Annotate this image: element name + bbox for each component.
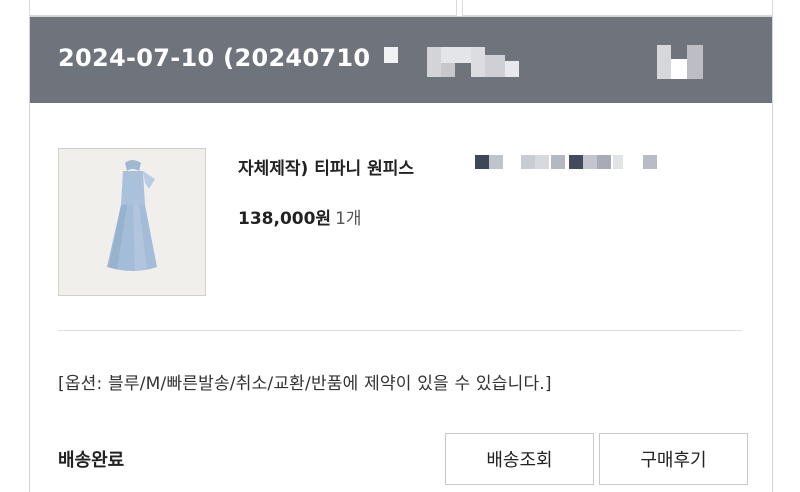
dress-image xyxy=(59,149,205,295)
option-text: [옵션: 블루/M/빠른발송/취소/교환/반품에 제약이 있을 수 있습니다.] xyxy=(58,374,552,394)
product-price: 138,000원 xyxy=(238,209,332,229)
redacted-product-suffix xyxy=(475,155,661,169)
divider xyxy=(58,330,742,331)
delivery-status: 배송완료 xyxy=(58,450,125,471)
product-name[interactable]: 자체제작) 티파니 원피스 xyxy=(238,154,414,179)
order-header: 2024-07-10 (20240710 xyxy=(30,17,772,103)
top-tab-right xyxy=(462,0,773,16)
product-quantity: 1개 xyxy=(335,209,362,229)
redacted-order-id xyxy=(427,47,523,77)
product-thumbnail[interactable] xyxy=(58,148,206,296)
redacted-order-suffix xyxy=(384,47,398,63)
order-card: 2024-07-10 (20240710 자체제작) 티파니 원피스 138,0… xyxy=(29,16,773,492)
top-tab-left xyxy=(29,0,457,16)
price-row: 138,000원 1개 xyxy=(238,204,362,229)
track-delivery-button[interactable]: 배송조회 xyxy=(445,433,594,485)
product-name-text: 자체제작) 티파니 원피스 xyxy=(238,159,415,179)
purchase-review-button[interactable]: 구매후기 xyxy=(599,433,748,485)
top-strip xyxy=(0,0,800,16)
redacted-order-tail xyxy=(657,45,703,79)
order-date: 2024-07-10 (20240710 xyxy=(58,44,371,72)
